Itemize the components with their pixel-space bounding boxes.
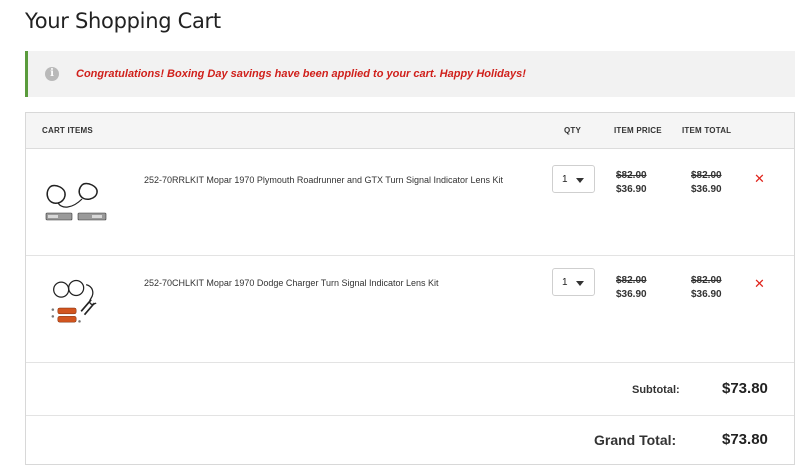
item-total-original: $82.00	[691, 170, 722, 181]
item-price: $82.00 $36.90	[616, 169, 647, 197]
item-total-sale: $36.90	[691, 184, 722, 195]
header-qty: QTY	[564, 126, 582, 135]
alert-message: Congratulations! Boxing Day savings have…	[76, 68, 526, 80]
page-title: Your Shopping Cart	[25, 9, 221, 33]
cart-table-header: CART ITEMS QTY ITEM PRICE ITEM TOTAL	[26, 113, 794, 149]
item-total: $82.00 $36.90	[691, 274, 722, 302]
quantity-select[interactable]: 1	[552, 268, 595, 296]
item-total-original: $82.00	[691, 275, 722, 286]
item-price-original: $82.00	[616, 275, 647, 286]
promo-alert: i Congratulations! Boxing Day savings ha…	[25, 51, 795, 97]
header-item-total: ITEM TOTAL	[682, 126, 732, 135]
cart-table: CART ITEMS QTY ITEM PRICE ITEM TOTAL 252…	[25, 112, 795, 465]
grand-total-row: Grand Total: $73.80	[26, 416, 794, 464]
item-price-original: $82.00	[616, 170, 647, 181]
subtotal-label: Subtotal:	[632, 384, 680, 396]
subtotal-row: Subtotal: $73.80	[26, 363, 794, 415]
chevron-down-icon	[576, 281, 584, 286]
header-cart-items: CART ITEMS	[42, 126, 93, 135]
header-item-price: ITEM PRICE	[614, 126, 662, 135]
subtotal-value: $73.80	[722, 380, 768, 397]
item-price: $82.00 $36.90	[616, 274, 647, 302]
item-total-sale: $36.90	[691, 289, 722, 300]
item-price-sale: $36.90	[616, 289, 647, 300]
quantity-select[interactable]: 1	[552, 165, 595, 193]
quantity-value: 1	[562, 277, 568, 288]
info-icon: i	[45, 67, 59, 81]
item-price-sale: $36.90	[616, 184, 647, 195]
grand-total-label: Grand Total:	[594, 432, 677, 448]
cart-item-row: 252-70CHLKIT Mopar 1970 Dodge Charger Tu…	[26, 256, 794, 363]
item-name[interactable]: 252-70RRLKIT Mopar 1970 Plymouth Roadrun…	[144, 175, 503, 185]
item-total: $82.00 $36.90	[691, 169, 722, 197]
product-image[interactable]	[42, 278, 112, 328]
remove-item-icon[interactable]: ✕	[754, 171, 765, 187]
grand-total-value: $73.80	[722, 431, 768, 448]
product-image[interactable]	[42, 179, 112, 229]
chevron-down-icon	[576, 178, 584, 183]
cart-item-row: 252-70RRLKIT Mopar 1970 Plymouth Roadrun…	[26, 149, 794, 256]
remove-item-icon[interactable]: ✕	[754, 276, 765, 292]
item-name[interactable]: 252-70CHLKIT Mopar 1970 Dodge Charger Tu…	[144, 278, 439, 288]
quantity-value: 1	[562, 174, 568, 185]
